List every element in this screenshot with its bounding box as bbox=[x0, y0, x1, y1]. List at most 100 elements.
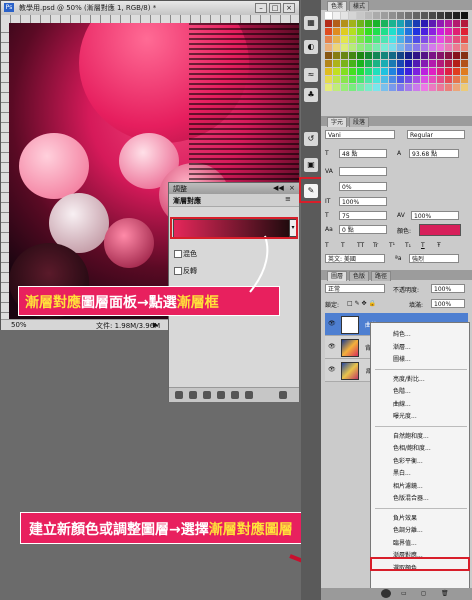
color-swatch[interactable] bbox=[365, 28, 372, 35]
color-swatch[interactable] bbox=[349, 12, 356, 19]
color-swatch[interactable] bbox=[325, 20, 332, 27]
color-swatch[interactable] bbox=[333, 84, 340, 91]
horizontal-scale-field[interactable]: 75 bbox=[339, 211, 387, 220]
tab-paragraph[interactable]: 段落 bbox=[349, 117, 370, 127]
color-swatch[interactable] bbox=[357, 52, 364, 59]
color-swatch[interactable] bbox=[325, 76, 332, 83]
color-swatch[interactable] bbox=[333, 36, 340, 43]
color-swatch[interactable] bbox=[341, 60, 348, 67]
subscript-button[interactable]: T₁ bbox=[405, 242, 411, 249]
layer-thumbnail[interactable] bbox=[341, 362, 359, 380]
underline-button[interactable]: T bbox=[421, 242, 425, 249]
color-swatch[interactable] bbox=[389, 60, 396, 67]
new-layer-icon[interactable]: ◻ bbox=[421, 590, 426, 597]
swatch-grid[interactable] bbox=[325, 12, 468, 112]
color-swatch[interactable] bbox=[413, 20, 420, 27]
color-swatch[interactable] bbox=[389, 28, 396, 35]
color-swatch[interactable] bbox=[445, 44, 452, 51]
color-swatch[interactable] bbox=[413, 84, 420, 91]
color-swatch[interactable] bbox=[389, 52, 396, 59]
color-swatch[interactable] bbox=[413, 12, 420, 19]
color-swatch[interactable] bbox=[349, 52, 356, 59]
color-swatch[interactable] bbox=[381, 28, 388, 35]
color-swatch[interactable] bbox=[437, 60, 444, 67]
color-swatch[interactable] bbox=[405, 76, 412, 83]
color-swatch[interactable] bbox=[365, 44, 372, 51]
color-swatch[interactable] bbox=[389, 76, 396, 83]
color-swatch[interactable] bbox=[421, 36, 428, 43]
color-swatch[interactable] bbox=[445, 52, 452, 59]
color-swatch[interactable] bbox=[341, 76, 348, 83]
color-swatch[interactable] bbox=[421, 60, 428, 67]
color-swatch[interactable] bbox=[333, 12, 340, 19]
color-swatch[interactable] bbox=[453, 76, 460, 83]
color-swatch[interactable] bbox=[397, 68, 404, 75]
color-swatch[interactable] bbox=[421, 84, 428, 91]
menu-item[interactable]: 圖樣... bbox=[393, 354, 411, 363]
color-swatch[interactable] bbox=[373, 76, 380, 83]
color-swatch[interactable] bbox=[461, 36, 468, 43]
color-swatch[interactable] bbox=[421, 68, 428, 75]
color-swatch[interactable] bbox=[453, 36, 460, 43]
baseline-field[interactable]: 0 點 bbox=[339, 225, 387, 234]
menu-item[interactable]: 自然飽和度... bbox=[393, 431, 429, 440]
menu-item[interactable]: 相片濾鏡... bbox=[393, 481, 423, 490]
color-swatch[interactable] bbox=[413, 52, 420, 59]
color-swatch[interactable] bbox=[381, 36, 388, 43]
color-swatch[interactable] bbox=[413, 28, 420, 35]
color-swatch[interactable] bbox=[397, 52, 404, 59]
color-swatch[interactable] bbox=[349, 76, 356, 83]
tab-swatches[interactable]: 色票 bbox=[327, 1, 348, 11]
opacity-field[interactable]: 100% bbox=[431, 284, 465, 293]
color-swatch[interactable] bbox=[357, 60, 364, 67]
color-swatch[interactable] bbox=[413, 60, 420, 67]
color-swatch[interactable] bbox=[325, 60, 332, 67]
color-swatch[interactable] bbox=[445, 76, 452, 83]
history-panel-icon[interactable]: ↺ bbox=[304, 132, 318, 146]
color-swatch[interactable] bbox=[437, 76, 444, 83]
color-swatch[interactable] bbox=[373, 36, 380, 43]
color-swatch[interactable] bbox=[389, 68, 396, 75]
color-swatch[interactable] bbox=[389, 84, 396, 91]
layer-thumbnail[interactable] bbox=[341, 339, 359, 357]
color-swatch[interactable] bbox=[421, 52, 428, 59]
color-swatch[interactable] bbox=[461, 28, 468, 35]
color-swatch[interactable] bbox=[373, 84, 380, 91]
leading-field[interactable]: 93.68 點 bbox=[409, 149, 459, 158]
small-caps-button[interactable]: Tr bbox=[373, 242, 378, 249]
faux-italic-button[interactable]: T bbox=[341, 242, 345, 249]
color-swatch[interactable] bbox=[405, 68, 412, 75]
tab-character[interactable]: 字元 bbox=[327, 117, 348, 127]
trash-icon[interactable]: 🗑 bbox=[441, 590, 449, 597]
blend-mode-select[interactable]: 正常 bbox=[325, 284, 385, 293]
color-swatch[interactable] bbox=[445, 20, 452, 27]
color-swatch[interactable] bbox=[357, 20, 364, 27]
color-swatch[interactable] bbox=[389, 12, 396, 19]
color-swatch[interactable] bbox=[341, 84, 348, 91]
color-swatch[interactable] bbox=[365, 36, 372, 43]
color-swatch[interactable] bbox=[453, 52, 460, 59]
menu-item[interactable]: 色調分離... bbox=[393, 525, 423, 534]
color-swatch[interactable] bbox=[365, 20, 372, 27]
color-swatch[interactable] bbox=[437, 44, 444, 51]
color-swatch[interactable] bbox=[365, 12, 372, 19]
color-swatch[interactable] bbox=[325, 44, 332, 51]
font-size-field[interactable]: 48 點 bbox=[339, 149, 387, 158]
color-swatch[interactable] bbox=[405, 84, 412, 91]
menu-item[interactable]: 臨界值... bbox=[393, 538, 417, 547]
color-swatch[interactable] bbox=[341, 20, 348, 27]
color-swatch[interactable] bbox=[333, 44, 340, 51]
menu-item[interactable]: 色版混合器... bbox=[393, 493, 429, 502]
color-swatch[interactable] bbox=[405, 28, 412, 35]
color-swatch[interactable] bbox=[397, 84, 404, 91]
color-swatch[interactable] bbox=[373, 52, 380, 59]
tab-layers[interactable]: 圖層 bbox=[327, 271, 348, 281]
color-swatch[interactable] bbox=[341, 36, 348, 43]
antialias-select[interactable]: 強烈 bbox=[409, 254, 459, 263]
font-family-select[interactable]: Vani bbox=[325, 130, 395, 139]
color-swatch[interactable] bbox=[437, 52, 444, 59]
new-folder-icon[interactable]: ▭ bbox=[401, 590, 407, 597]
color-swatch[interactable] bbox=[461, 44, 468, 51]
color-swatch[interactable] bbox=[445, 60, 452, 67]
color-swatch[interactable] bbox=[333, 60, 340, 67]
